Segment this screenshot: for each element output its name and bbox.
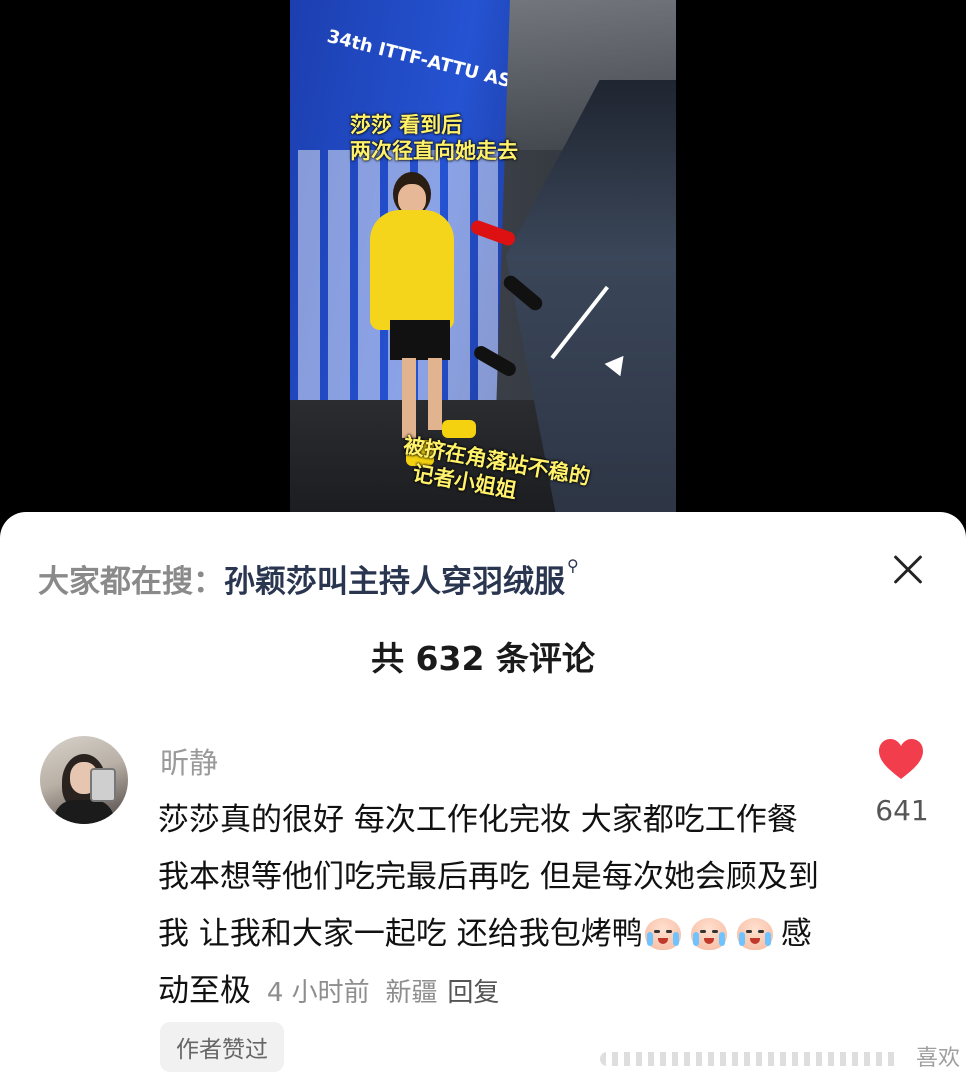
- reply-button[interactable]: 回复: [447, 978, 499, 1008]
- comment-time: 4 小时前: [266, 978, 370, 1008]
- crying-face-emoji: [643, 912, 683, 952]
- heart-icon[interactable]: [878, 738, 924, 780]
- avatar[interactable]: [40, 736, 128, 824]
- video-frame[interactable]: 34th ITTF-ATTU ASIAN 莎莎 看到后 两次径直向她走去 被挤在…: [290, 0, 676, 520]
- caption-line: 两次径直向她走去: [350, 139, 518, 163]
- crying-face-emoji: [689, 912, 729, 952]
- comment-location: 新疆: [385, 978, 438, 1008]
- player-leg: [402, 358, 416, 438]
- crying-face-emoji: [735, 912, 775, 952]
- trending-search-term[interactable]: 孙颖莎叫主持人穿羽绒服: [224, 564, 565, 600]
- trending-search[interactable]: 大家都在搜：孙颖莎叫主持人穿羽绒服 ⚲: [38, 556, 579, 601]
- comment-username[interactable]: 昕静: [160, 740, 218, 782]
- avatar-phone: [90, 768, 116, 802]
- avatar-shirt: [54, 800, 114, 824]
- close-icon[interactable]: [888, 550, 928, 590]
- player-leg: [428, 358, 442, 430]
- watermark: 喜欢: [600, 1040, 960, 1074]
- player-shoe: [442, 420, 476, 438]
- trending-search-label: 大家都在搜：: [38, 564, 224, 600]
- author-liked-badge: 作者赞过: [160, 1022, 284, 1072]
- player-shorts: [390, 320, 450, 360]
- watermark-bar: [600, 1052, 900, 1066]
- comments-sheet: 大家都在搜：孙颖莎叫主持人穿羽绒服 ⚲ 共 632 条评论 昕静 莎莎真的很好 每…: [0, 512, 966, 1080]
- comment-text[interactable]: 莎莎真的很好 每次工作化完妆 大家都吃工作餐 我本想等他们吃完最后再吃 但是每次…: [158, 792, 838, 1022]
- like-count: 641: [875, 794, 929, 827]
- video-caption-top: 莎莎 看到后 两次径直向她走去: [350, 112, 518, 164]
- search-icon[interactable]: ⚲: [567, 556, 579, 575]
- watermark-text: 喜欢: [915, 1046, 960, 1071]
- player-yellow-jacket: [370, 210, 454, 330]
- comment-count: 共 632 条评论: [371, 639, 595, 678]
- caption-line: 莎莎 看到后: [350, 113, 463, 137]
